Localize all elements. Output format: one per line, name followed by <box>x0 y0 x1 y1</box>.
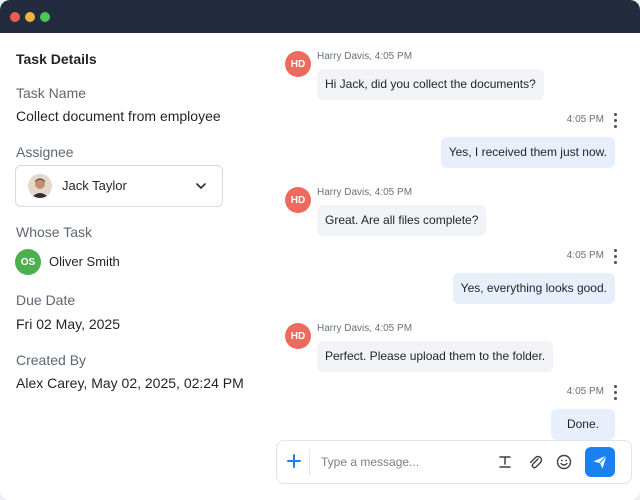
title-bar <box>0 0 640 33</box>
message-bubble-outgoing: Yes, I received them just now. <box>440 137 615 168</box>
due-date-label: Due Date <box>16 292 76 308</box>
message-meta: Harry Davis, 4:05 PM <box>317 323 413 334</box>
emoji-icon[interactable] <box>556 454 572 470</box>
message-composer <box>276 440 632 484</box>
message-options-icon[interactable] <box>614 113 618 129</box>
sender-avatar: HD <box>285 323 311 349</box>
plus-icon[interactable] <box>285 452 303 470</box>
created-by-value: Alex Carey, May 02, 2025, 02:24 PM <box>16 375 244 391</box>
message-bubble-incoming: Perfect. Please upload them to the folde… <box>317 341 554 372</box>
message-bubble-outgoing: Yes, everything looks good. <box>452 273 615 304</box>
message-input[interactable] <box>321 451 481 473</box>
message-time: 4:05 PM <box>566 386 604 397</box>
created-by-label: Created By <box>16 352 87 368</box>
assignee-name: Jack Taylor <box>62 178 127 193</box>
text-format-icon[interactable] <box>497 454 513 470</box>
message-meta: Harry Davis, 4:05 PM <box>317 187 413 198</box>
message-bubble-incoming: Great. Are all files complete? <box>317 205 487 236</box>
message-time: 4:05 PM <box>566 250 604 261</box>
task-name-label: Task Name <box>16 85 87 101</box>
message-meta: Harry Davis, 4:05 PM <box>317 51 413 62</box>
send-button[interactable] <box>585 447 615 477</box>
chevron-down-icon <box>196 183 206 189</box>
task-details-panel: Task Details Task Name Collect document … <box>0 33 268 500</box>
message-options-icon[interactable] <box>614 249 618 265</box>
message-bubble-outgoing: Done. <box>550 409 615 440</box>
app-window: Task Details Task Name Collect document … <box>0 0 640 500</box>
whose-task-label: Whose Task <box>16 224 92 240</box>
message-bubble-incoming: Hi Jack, did you collect the documents? <box>317 69 544 100</box>
task-name-value: Collect document from employee <box>16 108 221 124</box>
owner-name: Oliver Smith <box>49 254 120 269</box>
paperclip-icon[interactable] <box>527 454 543 470</box>
sender-avatar: HD <box>285 187 311 213</box>
minimize-window-button[interactable] <box>25 12 35 22</box>
send-icon <box>593 455 607 469</box>
panel-title: Task Details <box>16 51 97 67</box>
message-options-icon[interactable] <box>614 385 618 401</box>
assignee-select[interactable]: Jack Taylor <box>15 165 223 207</box>
sender-avatar: HD <box>285 51 311 77</box>
close-window-button[interactable] <box>10 12 20 22</box>
maximize-window-button[interactable] <box>40 12 50 22</box>
message-time: 4:05 PM <box>566 114 604 125</box>
assignee-avatar <box>28 174 52 198</box>
assignee-label: Assignee <box>16 144 74 160</box>
owner-avatar: OS <box>15 249 41 275</box>
chat-panel: HD Harry Davis, 4:05 PM Hi Jack, did you… <box>268 33 640 500</box>
due-date-value: Fri 02 May, 2025 <box>16 316 121 332</box>
composer-divider <box>309 449 310 475</box>
